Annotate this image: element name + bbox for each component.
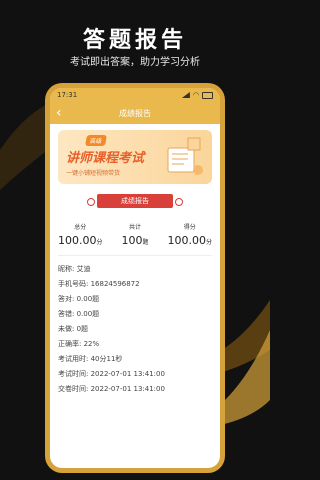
info-row-exam-time: 考试时间: 2022-07-01 13:41:00 — [58, 370, 165, 378]
stat-unit: 题 — [142, 239, 149, 246]
stat-unit: 分 — [205, 239, 212, 246]
info-row-nickname: 昵称: 艾迪 — [58, 265, 91, 273]
phone-screen: 17:31 ◠ ‹ 成绩报告 高级 讲师课程考试 一键小铺短视频带货 成绩报告 … — [50, 88, 220, 468]
course-desc: 一键小铺短视频带货 — [66, 170, 121, 177]
info-row-accuracy: 正确率: 22% — [58, 340, 100, 348]
info-row-submit-time: 交卷时间: 2022-07-01 13:41:00 — [58, 385, 165, 393]
stat-question-count: 共计 100题 — [121, 222, 148, 247]
stat-unit: 分 — [96, 239, 103, 246]
report-badge: 成绩报告 — [87, 194, 183, 208]
course-title: 讲师课程考试 — [66, 151, 145, 166]
status-icons: ◠ — [181, 91, 213, 99]
divider — [58, 255, 212, 256]
battery-icon — [202, 91, 213, 99]
wifi-icon: ◠ — [192, 91, 199, 99]
stat-value: 100.00 — [58, 234, 97, 247]
info-row-unanswered: 未做: 0题 — [58, 325, 89, 333]
stat-label: 总分 — [74, 224, 87, 231]
info-row-correct: 答对: 0.00题 — [58, 295, 100, 303]
exam-paper-icon — [167, 137, 203, 175]
stat-label: 得分 — [183, 224, 196, 231]
page-headline: 答题报告 — [82, 28, 187, 53]
stat-label: 共计 — [128, 224, 141, 231]
app-bar: ‹ 成绩报告 — [50, 102, 220, 124]
stat-value: 100 — [121, 234, 143, 247]
stat-score: 得分 100.00分 — [167, 222, 212, 247]
level-tag: 高级 — [85, 135, 107, 146]
info-row-wrong: 答错: 0.00题 — [58, 310, 100, 318]
page-subline: 考试即出答案，助力学习分析 — [70, 57, 200, 68]
info-row-duration: 考试用时: 40分11秒 — [58, 355, 123, 363]
app-bar-title: 成绩报告 — [119, 108, 151, 118]
back-arrow-icon[interactable]: ‹ — [56, 104, 72, 122]
course-banner: 高级 讲师课程考试 一键小铺短视频带货 — [58, 130, 212, 184]
info-row-phone: 手机号码: 16824596872 — [58, 280, 140, 288]
score-stats: 总分 100.00分 共计 100题 得分 100.00分 — [50, 222, 220, 247]
stat-value: 100.00 — [167, 234, 206, 247]
stat-total-score: 总分 100.00分 — [58, 222, 103, 247]
signal-icon — [181, 92, 190, 98]
status-time: 17:31 — [57, 91, 78, 99]
status-bar: 17:31 ◠ — [50, 88, 220, 102]
